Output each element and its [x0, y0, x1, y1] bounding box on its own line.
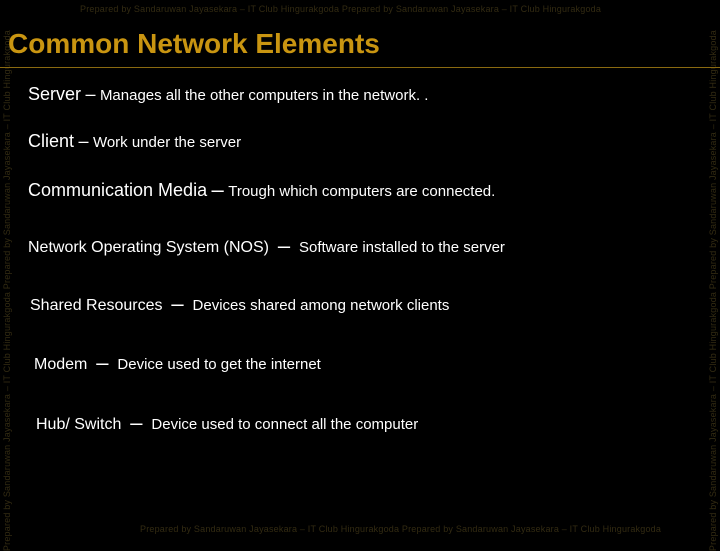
- desc: Work under the server: [93, 134, 241, 151]
- dash: –: [130, 410, 142, 435]
- slide-title: Common Network Elements: [8, 28, 380, 60]
- term: Communication Media: [28, 180, 207, 200]
- slide-body: Server – Manages all the other computers…: [28, 82, 692, 460]
- item-communication-media: Communication Media – Trough which compu…: [28, 175, 692, 205]
- term: Hub/ Switch: [36, 416, 121, 433]
- item-hub-switch: Hub/ Switch – Device used to connect all…: [36, 408, 692, 438]
- item-nos: Network Operating System (NOS) – Softwar…: [28, 231, 692, 261]
- item-shared-resources: Shared Resources – Devices shared among …: [30, 289, 692, 319]
- dash: –: [85, 84, 95, 104]
- term: Network Operating System (NOS): [28, 239, 269, 256]
- dash: –: [171, 291, 183, 316]
- dash: –: [96, 350, 108, 375]
- desc: Software installed to the server: [299, 239, 505, 256]
- term: Modem: [34, 356, 87, 373]
- item-client: Client – Work under the server: [28, 129, 692, 154]
- item-server: Server – Manages all the other computers…: [28, 82, 692, 107]
- desc: Manages all the other computers in the n…: [100, 87, 429, 104]
- watermark-right: Prepared by Sandaruwan Jayasekara – IT C…: [708, 30, 718, 551]
- desc: Devices shared among network clients: [193, 297, 450, 314]
- watermark-left: Prepared by Sandaruwan Jayasekara – IT C…: [2, 30, 12, 551]
- dash: –: [212, 177, 224, 202]
- term: Server: [28, 84, 81, 104]
- desc: Trough which computers are connected.: [228, 183, 495, 200]
- item-modem: Modem – Device used to get the internet: [34, 348, 692, 378]
- dash: –: [78, 131, 88, 151]
- dash: –: [278, 233, 290, 258]
- term: Shared Resources: [30, 297, 163, 314]
- title-underline: [0, 67, 720, 68]
- desc: Device used to connect all the computer: [151, 416, 418, 433]
- term: Client: [28, 131, 74, 151]
- watermark-top: Prepared by Sandaruwan Jayasekara – IT C…: [80, 4, 601, 14]
- desc: Device used to get the internet: [117, 356, 320, 373]
- watermark-bottom: Prepared by Sandaruwan Jayasekara – IT C…: [140, 524, 661, 534]
